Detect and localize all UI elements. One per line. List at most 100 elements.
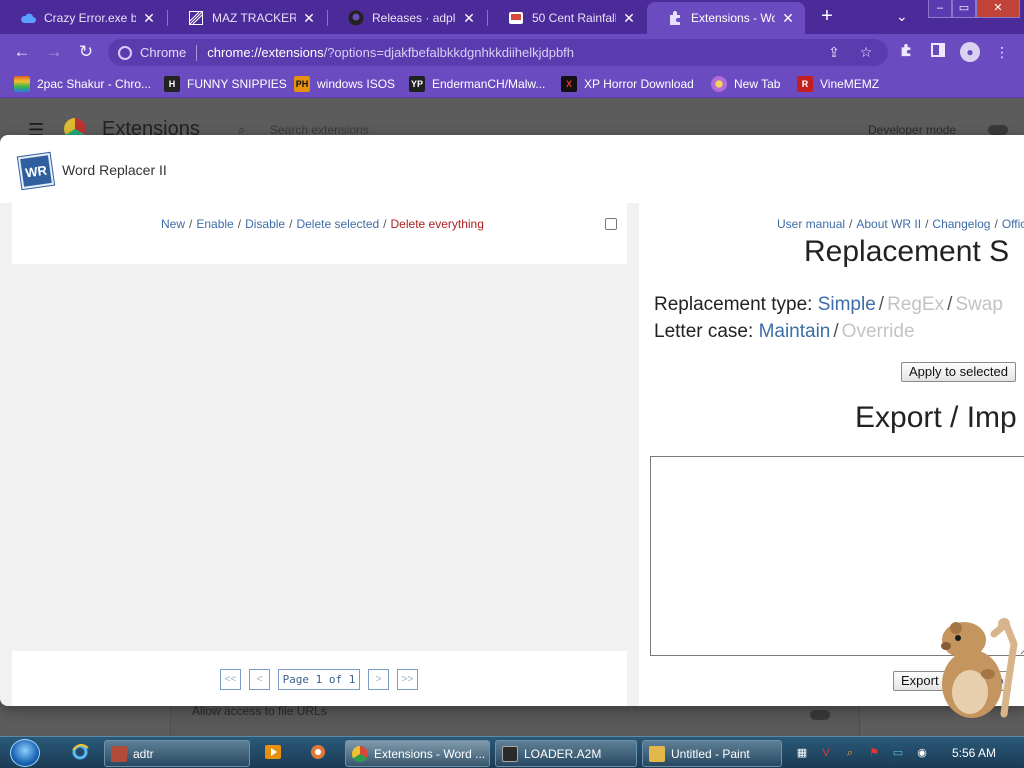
override-option[interactable]: Override xyxy=(842,321,915,342)
list-actions: New / Enable / Disable / Delete selected / Delet… xyxy=(161,217,484,231)
profile-avatar-icon[interactable]: ● xyxy=(960,42,980,62)
address-bar[interactable]: Chrome chrome://extensions/?options=djak… xyxy=(108,39,888,66)
replacement-type-label: Replacement type: xyxy=(654,294,813,315)
bookmark-label: VineMEMZ xyxy=(820,77,880,91)
maximize-button[interactable]: ▭ xyxy=(952,0,976,18)
chrome-site-icon xyxy=(118,45,132,60)
select-all-checkbox[interactable] xyxy=(605,218,617,230)
taskbar-item-label: Untitled - Paint xyxy=(671,746,750,761)
flower-app-icon[interactable] xyxy=(308,743,328,763)
h-logo-icon: H xyxy=(164,76,180,92)
tab-maz-trackers[interactable]: MAZ TRACKERs P ✕ xyxy=(168,2,326,34)
bookmark-2pac[interactable]: 2pac Shakur - Chro... xyxy=(14,75,151,93)
newtab-icon xyxy=(711,76,727,92)
back-icon[interactable]: ← xyxy=(11,41,33,63)
last-page-button[interactable]: >> xyxy=(397,669,418,690)
about-link[interactable]: About WR II xyxy=(856,217,921,231)
separator: / xyxy=(878,294,885,315)
prev-page-button[interactable]: < xyxy=(249,669,270,690)
taskbar-paint[interactable]: Untitled - Paint xyxy=(642,740,782,767)
separator: / xyxy=(947,294,953,315)
url-host: chrome://extensions xyxy=(207,45,324,60)
x-logo-icon: X xyxy=(561,76,577,92)
share-icon[interactable]: ⇪ xyxy=(824,42,844,62)
changelog-link[interactable]: Changelog xyxy=(932,217,990,231)
taskbar-chrome-extensions[interactable]: Extensions - Word ... xyxy=(345,740,490,767)
tray-volume-icon[interactable]: ◉ xyxy=(914,745,930,761)
options-dialog: WR Word Replacer II New / Enable / Disable / D… xyxy=(0,135,1024,706)
new-tab-button[interactable]: + xyxy=(816,5,838,27)
tray-network-icon[interactable]: ▦ xyxy=(794,745,810,761)
bookmark-xp-horror[interactable]: X XP Horror Download xyxy=(561,75,694,93)
close-icon[interactable]: ✕ xyxy=(462,10,476,27)
separator: / xyxy=(833,321,839,342)
bookmark-new-tab[interactable]: New Tab xyxy=(711,75,780,93)
r-logo-icon: R xyxy=(797,76,813,92)
disable-link[interactable]: Disable xyxy=(245,217,285,231)
tab-search-button[interactable]: ⌄ xyxy=(896,8,908,25)
taskbar-loader[interactable]: LOADER.A2M xyxy=(495,740,637,767)
ph-logo-icon: PH xyxy=(294,76,310,92)
extensions-puzzle-icon[interactable] xyxy=(896,42,916,62)
tray-search-icon[interactable]: ⌕ xyxy=(842,745,858,761)
next-page-button[interactable]: > xyxy=(368,669,389,690)
tab-releases-adplug[interactable]: Releases · adplug ✕ xyxy=(328,2,486,34)
media-player-icon[interactable] xyxy=(263,743,283,763)
bookmark-vinememz[interactable]: R VineMEMZ xyxy=(797,75,879,93)
taskbar-adtr[interactable]: adtr xyxy=(104,740,250,767)
bookmark-windows-isos[interactable]: PH windows ISOS xyxy=(294,75,395,93)
site-chip: Chrome xyxy=(140,45,187,60)
close-icon[interactable]: ✕ xyxy=(142,10,156,27)
delete-selected-link[interactable]: Delete selected xyxy=(296,217,379,231)
word-replacer-logo-icon: WR xyxy=(17,152,55,190)
tab-strip: Crazy Error.exe by ✕ MAZ TRACKERs P ✕ Re… xyxy=(0,0,1024,34)
taskbar-item-label: LOADER.A2M xyxy=(524,746,602,761)
github-icon xyxy=(348,10,364,26)
new-rule-link[interactable]: New xyxy=(161,217,185,231)
loader-app-icon xyxy=(502,745,518,762)
tab-title: 50 Cent Rainfall - xyxy=(532,11,616,25)
pagination-bar: << < Page 1 of 1 > >> xyxy=(12,651,627,706)
separator: / xyxy=(925,217,929,231)
tab-crazy-error[interactable]: Crazy Error.exe by ✕ xyxy=(0,2,166,34)
close-icon[interactable]: ✕ xyxy=(622,10,636,27)
hamster-mascot-icon xyxy=(934,614,1024,720)
separator: / xyxy=(289,217,293,231)
adtr-app-icon xyxy=(111,745,127,762)
bookmark-endermanch[interactable]: YP EndermanCH/Malw... xyxy=(409,75,545,93)
url-query: /?options=djakfbefalbkkdgnhkkdiihelkjdpb… xyxy=(323,45,575,60)
apply-to-selected-button[interactable]: Apply to selected xyxy=(901,362,1017,382)
tab-50-cent-rainfall[interactable]: 50 Cent Rainfall - ✕ xyxy=(488,2,646,34)
enable-link[interactable]: Enable xyxy=(196,217,233,231)
tray-flag-icon[interactable]: ⚑ xyxy=(866,745,882,761)
close-window-button[interactable]: ✕ xyxy=(976,0,1020,18)
simple-option[interactable]: Simple xyxy=(818,294,876,315)
regex-option[interactable]: RegEx xyxy=(887,294,944,315)
close-icon[interactable]: ✕ xyxy=(302,10,316,27)
first-page-button[interactable]: << xyxy=(220,669,241,690)
tray-v-icon[interactable]: V xyxy=(818,745,834,761)
tray-monitor-icon[interactable]: ▭ xyxy=(890,745,906,761)
yp-logo-icon: YP xyxy=(409,76,425,92)
taskbar-item-label: adtr xyxy=(133,746,154,761)
forward-icon[interactable]: → xyxy=(43,41,65,63)
bookmarks-bar: 2pac Shakur - Chro... H FUNNY SNIPPIES P… xyxy=(0,70,1024,98)
official-link[interactable]: Offici xyxy=(1002,217,1024,231)
minimize-button[interactable]: – xyxy=(928,0,952,18)
start-button-icon[interactable] xyxy=(10,739,40,767)
maintain-option[interactable]: Maintain xyxy=(759,321,831,342)
reload-icon[interactable]: ↻ xyxy=(75,41,97,63)
swap-option[interactable]: Swap xyxy=(955,294,1003,315)
side-panel-icon[interactable] xyxy=(928,42,948,62)
close-icon[interactable]: ✕ xyxy=(781,10,795,27)
bookmark-funny-snippies[interactable]: H FUNNY SNIPPIES xyxy=(164,75,287,93)
file-urls-toggle xyxy=(810,710,830,720)
internet-explorer-icon[interactable] xyxy=(70,743,90,763)
tab-extensions-word[interactable]: Extensions - Word ✕ xyxy=(647,2,805,34)
delete-everything-link[interactable]: Delete everything xyxy=(391,217,484,231)
more-menu-icon[interactable]: ⋮ xyxy=(992,42,1012,62)
user-manual-link[interactable]: User manual xyxy=(777,217,845,231)
bookmark-star-icon[interactable]: ☆ xyxy=(856,42,876,62)
url-text[interactable]: chrome://extensions/?options=djakfbefalb… xyxy=(207,45,574,60)
export-import-heading: Export / Imp xyxy=(855,401,1017,434)
